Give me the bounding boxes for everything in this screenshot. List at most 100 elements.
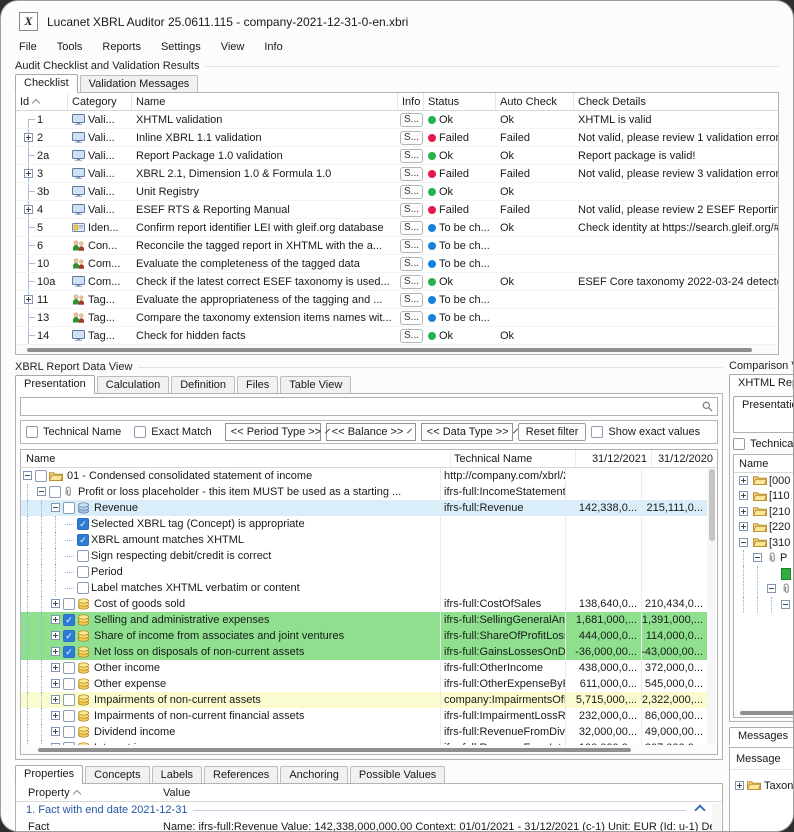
tab-anchoring[interactable]: Anchoring [280, 766, 348, 783]
scroll-thumb[interactable] [709, 469, 715, 541]
checklist-row[interactable]: 3Vali...XBRL 2.1, Dimension 1.0 & Formul… [16, 165, 778, 183]
row-checkbox[interactable]: ✓ [63, 630, 75, 642]
expand-icon[interactable] [739, 476, 748, 485]
checklist-row[interactable]: 10Com...Evaluate the completeness of the… [16, 255, 778, 273]
info-button[interactable]: S... [400, 329, 423, 343]
fact-group-row[interactable]: 1. Fact with end date 2021-12-31 [16, 802, 722, 818]
tab-concepts[interactable]: Concepts [85, 766, 149, 783]
info-button[interactable]: S... [400, 131, 423, 145]
row-checkbox[interactable]: ✓ [77, 534, 89, 546]
tree-row[interactable]: Other incomeifrs-full:OtherIncome438,000… [21, 660, 707, 676]
expand-icon[interactable] [24, 295, 33, 304]
exact-match-checkbox[interactable] [134, 426, 146, 438]
info-button[interactable]: S... [400, 257, 423, 271]
tree-row[interactable]: Impairments of non-current financial ass… [21, 708, 707, 724]
checklist-row[interactable]: 2aVali...Report Package 1.0 validationS.… [16, 147, 778, 165]
menu-reports[interactable]: Reports [92, 39, 151, 55]
checklist-row[interactable]: 5Iden...Confirm report identifier LEI wi… [16, 219, 778, 237]
column-header-auto-check[interactable]: Auto Check [496, 93, 574, 110]
comparison-tree-row[interactable] [734, 597, 793, 613]
checklist-row[interactable]: 14Tag...Check for hidden factsS...OkOk [16, 327, 778, 345]
tree-column-header-1[interactable]: Technical Name [450, 450, 575, 467]
column-header-info[interactable]: Info [398, 93, 424, 110]
checklist-row[interactable]: 1Vali...XHTML validationS...OkOkXHTML is… [16, 111, 778, 129]
tree-row[interactable]: Cost of goods soldifrs-full:CostOfSales1… [21, 596, 707, 612]
collapse-icon[interactable] [753, 553, 762, 562]
checklist-row[interactable]: 2Vali...Inline XBRL 1.1 validationS...Fa… [16, 129, 778, 147]
collapse-icon[interactable] [51, 503, 60, 512]
comparison-tree-row[interactable]: [110 [734, 489, 793, 505]
row-checkbox[interactable] [49, 486, 61, 498]
row-checkbox[interactable]: ✓ [63, 614, 75, 626]
comparison-search-input[interactable] [734, 415, 793, 432]
tree-row[interactable]: ✓Net loss on disposals of non-current as… [21, 644, 707, 660]
expand-icon[interactable] [739, 491, 748, 500]
checklist-row[interactable]: 3bVali...Unit RegistryS...OkOk [16, 183, 778, 201]
tree-row[interactable]: Revenueifrs-full:Revenue142,338,0...215,… [21, 500, 707, 516]
info-button[interactable]: S... [400, 203, 423, 217]
tree-row[interactable]: Label matches XHTML verbatim or content [21, 580, 707, 596]
expand-icon[interactable] [51, 647, 60, 656]
tree-column-header-0[interactable]: Name [21, 450, 450, 467]
tree-row[interactable]: Sign respecting debit/credit is correct [21, 548, 707, 564]
technical-name-checkbox[interactable] [26, 426, 38, 438]
tab-references[interactable]: References [204, 766, 278, 783]
expand-icon[interactable] [51, 695, 60, 704]
checklist-row[interactable]: 13Tag...Compare the taxonomy extension i… [16, 309, 778, 327]
collapse-icon[interactable] [694, 804, 705, 815]
expand-icon[interactable] [51, 663, 60, 672]
expand-icon[interactable] [739, 522, 748, 531]
expand-icon[interactable] [24, 205, 33, 214]
period-type-dropdown[interactable]: << Period Type >> [225, 423, 321, 441]
comparison-technical-name-checkbox[interactable] [733, 438, 745, 450]
collapse-icon[interactable] [767, 584, 776, 593]
collapse-icon[interactable] [23, 471, 32, 480]
checklist-row[interactable]: 4Vali...ESEF RTS & Reporting ManualS...F… [16, 201, 778, 219]
row-checkbox[interactable] [77, 582, 89, 594]
menu-settings[interactable]: Settings [151, 39, 211, 55]
scroll-thumb[interactable] [740, 711, 793, 715]
properties-vertical-scrollbar[interactable] [712, 803, 721, 832]
tab-table-view[interactable]: Table View [280, 376, 351, 393]
expand-icon[interactable] [51, 615, 60, 624]
tree-row[interactable]: ✓Share of income from associates and joi… [21, 628, 707, 644]
column-header-id[interactable]: Id [16, 93, 68, 110]
tree-horizontal-scrollbar[interactable] [21, 745, 717, 754]
column-header-category[interactable]: Category [68, 93, 132, 110]
tab-files[interactable]: Files [237, 376, 278, 393]
tree-row[interactable]: ✓XBRL amount matches XHTML [21, 532, 707, 548]
info-button[interactable]: S... [400, 185, 423, 199]
menu-file[interactable]: File [9, 39, 47, 55]
row-checkbox[interactable] [63, 662, 75, 674]
tab-xhtml-report[interactable]: XHTML Report [729, 374, 793, 392]
info-button[interactable]: S... [400, 293, 423, 307]
collapse-icon[interactable] [37, 487, 46, 496]
expand-icon[interactable] [24, 133, 33, 142]
info-button[interactable]: S... [400, 239, 423, 253]
data-type-dropdown[interactable]: << Data Type >> [421, 423, 513, 441]
tab-presentation-comparison[interactable]: Presentation [733, 396, 793, 414]
info-button[interactable]: S... [400, 149, 423, 163]
messages-tree-row[interactable]: Taxonomy [730, 778, 793, 794]
comparison-tree-row[interactable]: P [734, 551, 793, 567]
comparison-tree-row[interactable] [734, 566, 793, 582]
expand-icon[interactable] [24, 169, 33, 178]
row-checkbox[interactable] [63, 678, 75, 690]
tab-presentation[interactable]: Presentation [15, 375, 95, 393]
show-exact-values-checkbox[interactable] [591, 426, 603, 438]
tree-row[interactable]: ✓Selling and administrative expensesifrs… [21, 612, 707, 628]
tab-checklist[interactable]: Checklist [15, 74, 78, 92]
row-checkbox[interactable] [77, 566, 89, 578]
scroll-thumb[interactable] [38, 748, 631, 752]
tree-column-header-2[interactable]: 31/12/2021 [575, 450, 651, 467]
expand-icon[interactable] [735, 781, 744, 790]
tree-vertical-scrollbar[interactable] [707, 468, 716, 744]
info-button[interactable]: S... [400, 221, 423, 235]
tab-calculation[interactable]: Calculation [97, 376, 169, 393]
reset-filter-button[interactable]: Reset filter [518, 423, 587, 441]
tree-row[interactable]: Dividend incomeifrs-full:RevenueFromDivi… [21, 724, 707, 740]
row-checkbox[interactable] [35, 470, 47, 482]
tree-row[interactable]: 01 - Condensed consolidated statement of… [21, 468, 707, 484]
row-checkbox[interactable] [63, 710, 75, 722]
row-checkbox[interactable] [63, 694, 75, 706]
